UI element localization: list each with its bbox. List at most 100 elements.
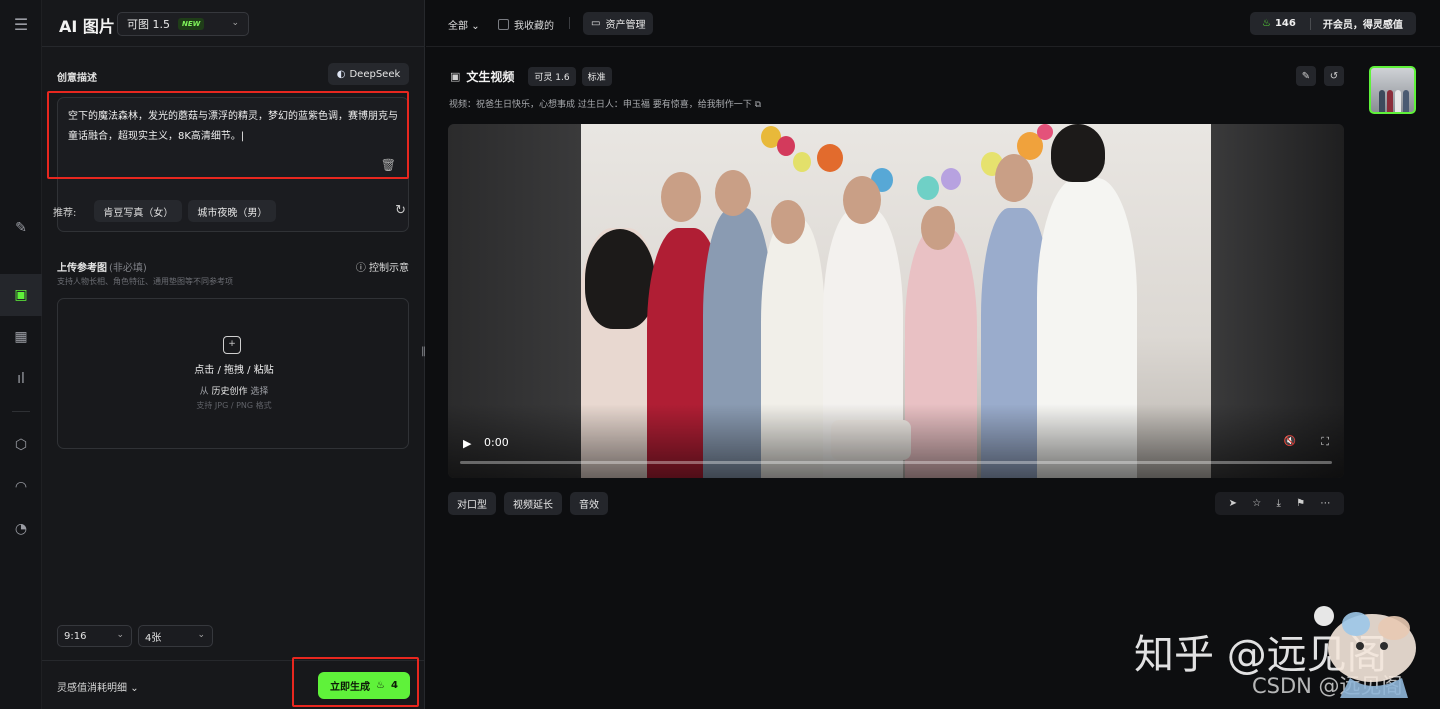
mute-icon[interactable]: 🔇 (1284, 436, 1296, 447)
account-bar: ♨ 146 开会员，得灵感值 (1250, 12, 1416, 35)
task-description-text: 视频：祝爸生日快乐，心想事成 过生日人：申玉福 要有惊喜，给我制作一下 (449, 100, 752, 110)
thumb-figure (1395, 90, 1401, 112)
video-thumbnail[interactable] (1369, 66, 1416, 114)
page-title: AI 图片 (59, 17, 115, 36)
vip-button[interactable]: 开会员，得灵感值 (1323, 16, 1403, 31)
person-head (661, 172, 701, 222)
icon-rail: ☰ ✎ ▣ ▦ ıl ⬡ ◠ ◔ (0, 0, 42, 709)
quality-tag: 标准 (581, 67, 612, 86)
extend-video-button[interactable]: 视频延长 (504, 492, 562, 515)
image-add-icon: + (223, 336, 241, 354)
person-hair (585, 229, 655, 329)
points-balance[interactable]: ♨ 146 (1250, 18, 1296, 29)
recommend-chip[interactable]: 肯豆写真（女） (94, 200, 183, 222)
image-icon[interactable]: ▣ (11, 285, 31, 305)
person-head (843, 176, 881, 224)
upload-history-suffix: 选择 (250, 387, 269, 397)
app-root: ☰ ✎ ▣ ▦ ıl ⬡ ◠ ◔ AI 图片 可图 1.5 NEW ⌄ 创意描述… (0, 0, 1440, 709)
video-player[interactable]: ▶ 0:00 🔇 ⛶ (448, 124, 1344, 478)
star-icon[interactable]: ☆ (1252, 498, 1261, 509)
control-hint-link[interactable]: ⓘ 控制示意 (356, 259, 409, 274)
info-icon: ⓘ (355, 263, 366, 274)
person-head (715, 170, 751, 216)
video-toolbar: ➤ ☆ ⤓ ⚑ ⋯ (1215, 492, 1344, 515)
main-content: 全部 ⌄ 我收藏的 ▭ 资产管理 ♨ 146 开会员，得灵感值 ▣ 文生视频 可… (426, 0, 1440, 709)
balloon (777, 136, 795, 156)
new-badge: NEW (178, 18, 205, 30)
person-head (771, 200, 805, 244)
upload-title: 上传参考图 (非必填) (57, 259, 147, 274)
filter-all-dropdown[interactable]: 全部 ⌄ (448, 17, 480, 32)
highlight-box (292, 657, 419, 707)
filter-all-label: 全部 (448, 21, 468, 32)
upload-format-note: 支持 JPG / PNG 格式 (196, 401, 272, 410)
cost-label: 灵感值消耗明细 (57, 683, 127, 694)
balloon (1037, 124, 1053, 140)
video-icon[interactable]: ▦ (11, 327, 31, 347)
upload-dropzone[interactable]: + 点击 / 拖拽 / 粘贴 从 历史创作 选择 支持 JPG / PNG 格式 (57, 298, 409, 449)
favorites-filter[interactable]: 我收藏的 (498, 17, 554, 32)
video-time: 0:00 (484, 436, 509, 449)
folder-icon: ▭ (591, 18, 601, 29)
count-value: 4张 (145, 632, 162, 644)
lip-sync-button[interactable]: 对口型 (448, 492, 496, 515)
control-hint-label: 控制示意 (369, 263, 409, 274)
person-hair (1051, 124, 1105, 182)
copy-icon[interactable]: ⧉ (755, 100, 761, 110)
balloon (941, 168, 961, 190)
thumb-figure (1387, 90, 1393, 112)
edit-icon[interactable]: ✎ (1296, 66, 1316, 86)
eye-icon[interactable]: ◠ (11, 477, 31, 497)
upload-history-prefix: 从 (199, 387, 209, 397)
deepseek-icon: ◐ (336, 68, 346, 80)
recommend-label: 推荐: (53, 207, 77, 219)
model-dropdown[interactable]: 可图 1.5 NEW ⌄ (117, 12, 249, 36)
divider (1309, 17, 1311, 30)
favorites-checkbox[interactable] (498, 19, 509, 30)
box-icon[interactable]: ⬡ (11, 435, 31, 455)
calendar-icon: ▣ (450, 70, 461, 83)
task-header: ▣ 文生视频 可灵 1.6 标准 (450, 67, 612, 86)
model-tag: 可灵 1.6 (528, 67, 576, 86)
menu-icon[interactable]: ☰ (11, 14, 31, 34)
balloon (817, 144, 843, 172)
upload-history-line: 从 历史创作 选择 (58, 384, 410, 397)
balloon (793, 152, 811, 172)
upload-optional: (非必填) (109, 263, 147, 274)
mascot-icon (1314, 606, 1416, 698)
creation-panel: AI 图片 可图 1.5 NEW ⌄ 创意描述 ◐ DeepSeek 空下的魔法… (42, 0, 425, 709)
video-controls-bg (448, 404, 1344, 478)
count-select[interactable]: 4张 ⌄ (138, 625, 213, 647)
send-icon[interactable]: ➤ (1229, 498, 1237, 509)
model-label: 可图 1.5 (127, 18, 170, 31)
prompt-label: 创意描述 (57, 73, 97, 84)
upload-subtitle: 支持人物长相、角色特征、通用垫图等不同参考项 (57, 277, 233, 286)
cost-detail-toggle[interactable]: 灵感值消耗明细 ⌄ (57, 679, 139, 694)
highlight-box (47, 91, 409, 179)
chevron-down-icon: ⌄ (116, 630, 124, 640)
video-progress-bar[interactable] (460, 461, 1332, 464)
ratio-select[interactable]: 9:16 ⌄ (57, 625, 132, 647)
fullscreen-icon[interactable]: ⛶ (1321, 435, 1329, 449)
asset-manager-label: 资产管理 (605, 20, 646, 31)
favorites-label: 我收藏的 (514, 21, 554, 32)
play-icon[interactable]: ▶ (463, 437, 471, 450)
deepseek-button[interactable]: ◐ DeepSeek (328, 63, 409, 85)
magic-wand-icon[interactable]: ✎ (11, 218, 31, 238)
upload-title-text: 上传参考图 (57, 263, 107, 274)
asset-manager-button[interactable]: ▭ 资产管理 (583, 12, 654, 35)
flag-icon[interactable]: ⚑ (1296, 498, 1305, 509)
panel-header: AI 图片 可图 1.5 NEW ⌄ (42, 0, 425, 47)
recommend-chip[interactable]: 城市夜晚（男） (188, 200, 277, 222)
history-link[interactable]: 历史创作 (211, 387, 247, 397)
chevron-down-icon: ⌄ (231, 18, 239, 28)
regenerate-icon[interactable]: ↺ (1324, 66, 1344, 86)
sound-effect-button[interactable]: 音效 (570, 492, 608, 515)
download-icon[interactable]: ⤓ (1276, 498, 1280, 509)
history-icon[interactable]: ◔ (11, 519, 31, 539)
person-head (995, 154, 1033, 202)
audio-wave-icon[interactable]: ıl (11, 369, 31, 389)
thumb-figure (1379, 90, 1385, 112)
refresh-icon[interactable]: ↻ (395, 203, 406, 218)
more-icon[interactable]: ⋯ (1320, 498, 1330, 509)
